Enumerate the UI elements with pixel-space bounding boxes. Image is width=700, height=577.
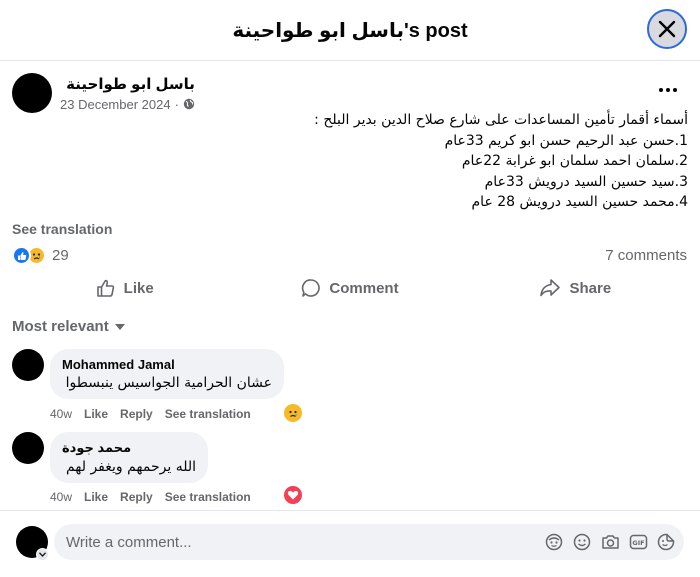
comment-age[interactable]: 40w xyxy=(50,407,72,421)
comment-meta: 40w Like Reply See translation xyxy=(50,407,251,421)
emoji-icon[interactable] xyxy=(572,532,592,552)
comment-filter-dropdown[interactable]: Most relevant xyxy=(12,318,125,335)
reaction-count: 29 xyxy=(52,247,69,264)
reaction-summary[interactable]: 29 xyxy=(12,246,69,265)
see-translation-link[interactable]: See translation xyxy=(12,221,112,237)
author-avatar[interactable] xyxy=(12,73,52,113)
commenter-avatar[interactable] xyxy=(12,349,44,381)
svg-text:GIF: GIF xyxy=(632,539,644,547)
author-name[interactable]: باسل ابو طواحينة xyxy=(60,75,195,93)
comments-count-link[interactable]: 7 comments xyxy=(605,247,687,264)
post-header: باسل ابو طواحينة 23 December 2024 · xyxy=(12,73,195,113)
camera-icon[interactable] xyxy=(600,532,620,552)
dialog-title: باسل ابو طواحينة's post xyxy=(232,19,468,42)
like-button[interactable]: Like xyxy=(12,270,237,306)
comment-text: عشان الحرامية الجواسيس ينبسطوا xyxy=(65,375,272,391)
post-line: أسماء أقمار تأمين المساعدات على شارع صلا… xyxy=(314,112,688,128)
post-text: أسماء أقمار تأمين المساعدات على شارع صلا… xyxy=(28,110,688,213)
comment-input-wrapper: GIF xyxy=(54,524,684,560)
comment-composer: GIF xyxy=(0,510,700,577)
comment-reply-link[interactable]: Reply xyxy=(120,407,153,421)
globe-icon xyxy=(183,98,195,110)
comment-bubble: محمد جودة الله يرحمهم ويغفر لهم xyxy=(50,432,208,483)
dialog-header: باسل ابو طواحينة's post xyxy=(0,0,700,61)
share-arrow-icon xyxy=(540,279,561,297)
comment-reply-link[interactable]: Reply xyxy=(120,490,153,504)
commenter-name[interactable]: Mohammed Jamal xyxy=(62,357,272,372)
close-button[interactable] xyxy=(647,9,687,49)
commenter-name[interactable]: محمد جودة xyxy=(62,440,196,456)
more-options-button[interactable] xyxy=(654,80,682,100)
chevron-down-icon[interactable] xyxy=(36,548,49,561)
comment-bubble: Mohammed Jamal عشان الحرامية الجواسيس ين… xyxy=(50,349,284,399)
comment-meta: 40w Like Reply See translation xyxy=(50,490,251,504)
sticker-icon[interactable] xyxy=(656,532,676,552)
like-reaction-icon xyxy=(12,246,31,265)
comment-filter-label: Most relevant xyxy=(12,318,109,335)
comment-item: محمد جودة الله يرحمهم ويغفر لهم xyxy=(12,432,208,483)
comment-bubble-icon xyxy=(302,279,321,297)
post-line: 3.سيد حسين السيد درويش 33عام xyxy=(484,173,688,190)
like-label: Like xyxy=(123,279,154,297)
thumbs-up-icon xyxy=(96,279,114,297)
comment-age[interactable]: 40w xyxy=(50,490,72,504)
more-dots-icon xyxy=(659,88,663,92)
comment-button[interactable]: Comment xyxy=(237,270,462,306)
sad-icon[interactable] xyxy=(284,404,302,422)
post-line: 4.محمد حسين السيد درويش 28 عام xyxy=(471,194,688,210)
comment-translate-link[interactable]: See translation xyxy=(165,490,251,504)
comment-like-link[interactable]: Like xyxy=(84,407,108,421)
post-action-bar: Like Comment Share xyxy=(12,270,688,306)
share-label: Share xyxy=(569,279,612,297)
comment-input[interactable] xyxy=(66,533,536,551)
comment-like-link[interactable]: Like xyxy=(84,490,108,504)
comment-translate-link[interactable]: See translation xyxy=(165,407,251,421)
commenter-avatar[interactable] xyxy=(12,432,44,464)
avatar-sticker-icon[interactable] xyxy=(544,532,564,552)
caret-down-icon xyxy=(114,323,125,330)
love-icon[interactable] xyxy=(284,486,302,504)
post-line: 2.سلمان احمد سلمان ابو غرابة 22عام xyxy=(461,153,688,169)
gif-icon[interactable]: GIF xyxy=(628,532,648,552)
comment-text: الله يرحمهم ويغفر لهم xyxy=(65,459,196,475)
comment-label: Comment xyxy=(329,279,399,297)
comment-item: Mohammed Jamal عشان الحرامية الجواسيس ين… xyxy=(12,349,284,399)
share-button[interactable]: Share xyxy=(463,270,688,306)
post-line: 1.حسن عبد الرحيم حسن ابو كريم 33عام xyxy=(444,132,688,149)
close-icon xyxy=(658,20,676,38)
